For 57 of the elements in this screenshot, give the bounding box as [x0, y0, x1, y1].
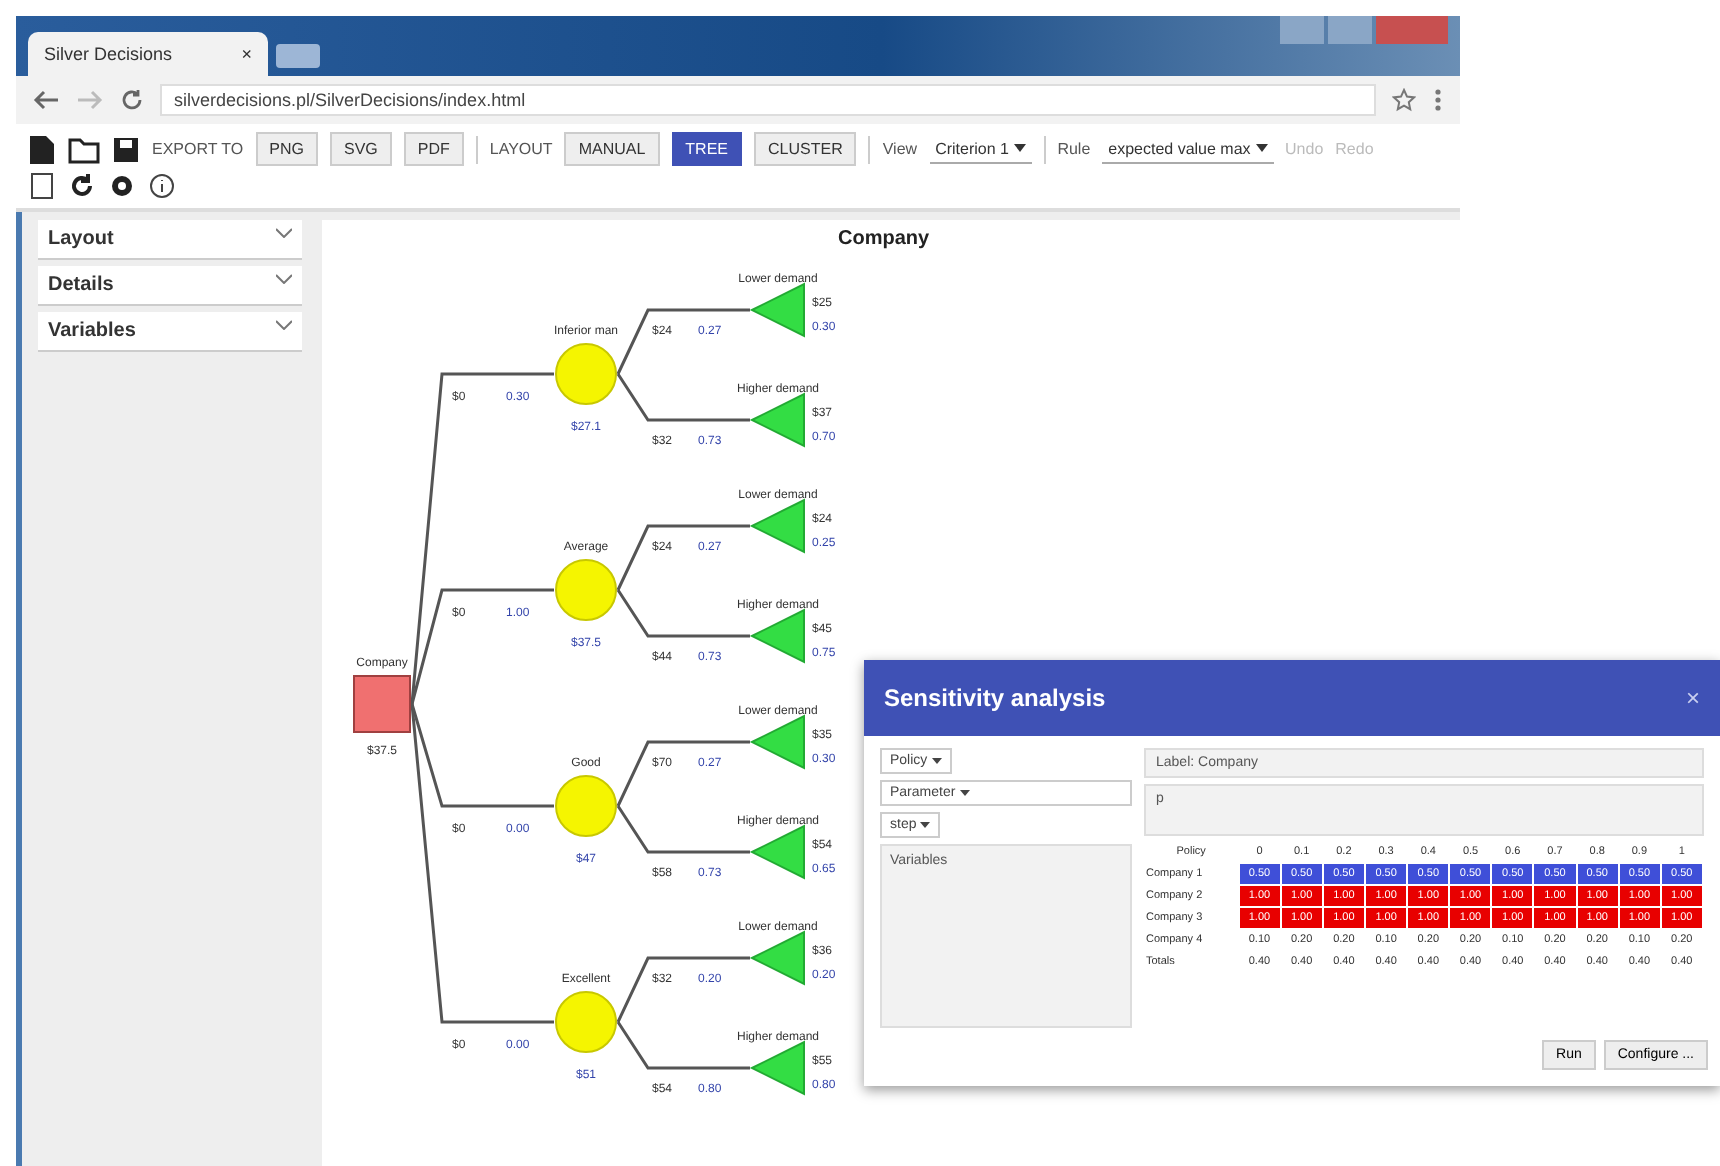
- caret-icon: [959, 789, 970, 796]
- chevron-icon: [276, 274, 292, 284]
- tree-branch: [616, 308, 750, 375]
- back-icon[interactable]: [32, 88, 60, 112]
- terminal-node[interactable]: [749, 498, 805, 554]
- browser-tab[interactable]: Silver Decisions ×: [28, 32, 268, 76]
- document-icon[interactable]: [28, 172, 56, 200]
- chance-node[interactable]: [555, 559, 617, 621]
- terminal-node[interactable]: [749, 930, 805, 986]
- terminal-node[interactable]: [749, 608, 805, 664]
- terminal-node[interactable]: [749, 824, 805, 880]
- rule-label: Rule: [1057, 140, 1091, 158]
- chevron-icon: [276, 228, 292, 238]
- sidebar-section[interactable]: Layout: [38, 220, 302, 260]
- folder-icon[interactable]: [68, 135, 100, 163]
- new-file-icon[interactable]: [28, 133, 56, 165]
- terminal-node[interactable]: [749, 282, 805, 338]
- sidebar-section[interactable]: Variables: [38, 312, 302, 352]
- layout-label: LAYOUT: [489, 140, 553, 158]
- refresh-icon[interactable]: [68, 172, 96, 200]
- info-icon[interactable]: [148, 172, 176, 200]
- export-button[interactable]: PNG: [255, 132, 318, 166]
- chance-node[interactable]: [555, 991, 617, 1053]
- tree-branch: [616, 524, 750, 591]
- caret-icon: [931, 757, 942, 764]
- reload-icon[interactable]: [120, 88, 144, 112]
- terminal-node[interactable]: [749, 1040, 805, 1096]
- layout-button[interactable]: MANUAL: [564, 132, 660, 166]
- layout-button[interactable]: CLUSTER: [754, 132, 857, 166]
- dialog-title: Sensitivity analysis: [884, 684, 1106, 712]
- view-label: View: [882, 140, 918, 158]
- settings-icon[interactable]: [108, 172, 136, 200]
- caret-icon: [920, 821, 931, 828]
- decision-node[interactable]: [353, 675, 411, 733]
- chance-node[interactable]: [555, 343, 617, 405]
- layout-button[interactable]: TREE: [671, 132, 743, 166]
- chevron-icon: [276, 320, 292, 330]
- close-button[interactable]: ×: [1685, 684, 1700, 712]
- tree-branch: [616, 956, 750, 1023]
- chance-node[interactable]: [555, 775, 617, 837]
- export-label: EXPORT TO: [152, 140, 244, 158]
- address-bar[interactable]: silverdecisions.pl/SilverDecisions/index.html: [160, 84, 1376, 116]
- sidebar-section[interactable]: Details: [38, 266, 302, 306]
- tree-title: Company: [838, 228, 930, 250]
- caret-icon: [1013, 144, 1026, 153]
- terminal-node[interactable]: [749, 714, 805, 770]
- menu-icon[interactable]: [1432, 86, 1444, 114]
- save-icon[interactable]: [112, 135, 140, 163]
- star-icon[interactable]: [1392, 88, 1416, 112]
- forward-icon[interactable]: [76, 88, 104, 112]
- rule-select[interactable]: expected value max: [1102, 135, 1274, 163]
- caret-icon: [1255, 144, 1268, 153]
- view-select[interactable]: Criterion 1: [929, 135, 1032, 163]
- tree-branch: [616, 740, 750, 807]
- terminal-node[interactable]: [749, 392, 805, 448]
- export-button[interactable]: SVG: [330, 132, 392, 166]
- export-button[interactable]: PDF: [403, 132, 464, 166]
